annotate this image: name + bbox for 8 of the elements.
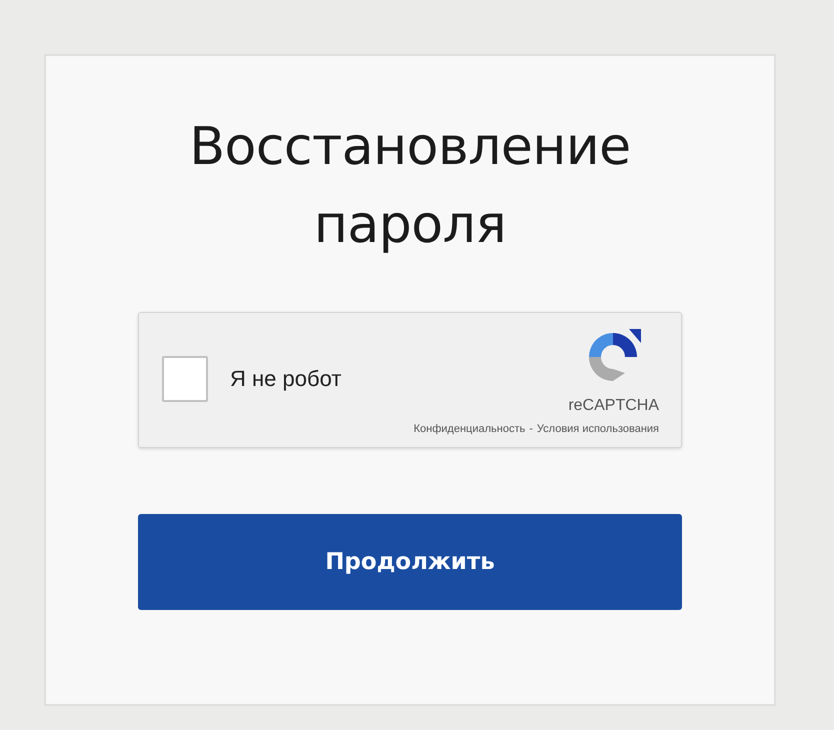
page-title: Восстановление пароля <box>188 116 632 257</box>
terms-link[interactable]: Условия использования <box>536 423 659 435</box>
link-separator: - <box>529 423 533 435</box>
privacy-link[interactable]: Конфиденциальность <box>414 423 526 435</box>
captcha-label: Я не робот <box>230 366 342 392</box>
captcha-checkbox[interactable] <box>162 356 208 402</box>
continue-button[interactable]: Продолжить <box>138 514 682 610</box>
recaptcha-brand: reCAPTCHA <box>568 397 659 415</box>
